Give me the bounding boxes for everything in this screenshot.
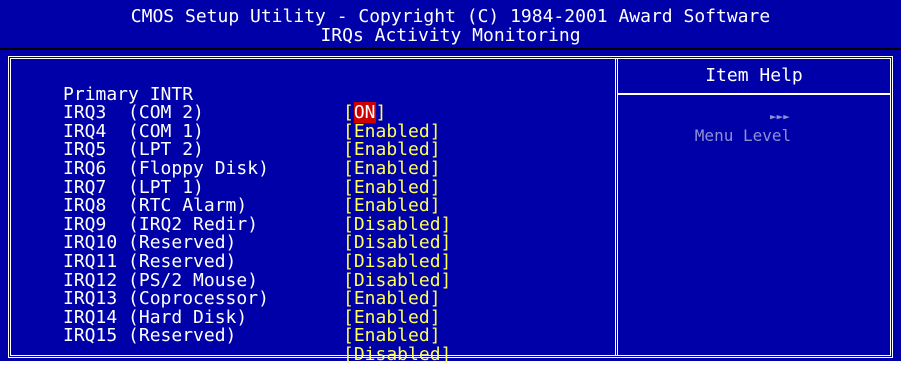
- setting-value[interactable]: [Enabled]: [343, 197, 441, 216]
- setting-row-irq14[interactable]: IRQ14 (Hard Disk) [Enabled]: [63, 290, 441, 345]
- setting-row-irq10[interactable]: IRQ10 (Reserved) [Disabled]: [63, 216, 451, 271]
- bios-screen: CMOS Setup Utility - Copyright (C) 1984-…: [0, 0, 901, 364]
- menu-level: Menu Level ►►►: [637, 107, 791, 183]
- header-bar: CMOS Setup Utility - Copyright (C) 1984-…: [0, 0, 901, 50]
- menu-level-arrows-icon: ►►►: [770, 110, 790, 123]
- setting-value[interactable]: [Disabled]: [343, 345, 451, 365]
- setting-row-irq5[interactable]: IRQ5 (LPT 2) [Enabled]: [63, 123, 441, 178]
- setting-label: IRQ15 (Reserved): [63, 325, 237, 347]
- setting-row-irq4[interactable]: IRQ4 (COM 1) [Enabled]: [63, 104, 441, 159]
- setting-row-irq13[interactable]: IRQ13 (Coprocessor) [Enabled]: [63, 272, 441, 327]
- setting-value[interactable]: [Enabled]: [343, 159, 441, 179]
- setting-row-irq3[interactable]: IRQ3 (COM 2) [Enabled]: [63, 86, 441, 141]
- setting-value[interactable]: [Enabled]: [343, 290, 441, 309]
- menu-level-label: Menu Level: [694, 126, 792, 145]
- panel-divider: [615, 59, 618, 355]
- setting-row-irq15[interactable]: IRQ15 (Reserved) [Disabled]: [63, 309, 451, 364]
- item-help-title: Item Help: [618, 59, 890, 95]
- setting-row-irq12[interactable]: IRQ12 (PS/2 Mouse) [Enabled]: [63, 253, 441, 308]
- setting-value[interactable]: [ON]: [343, 102, 386, 124]
- setting-row-irq7[interactable]: IRQ7 (LPT 1) [Enabled]: [63, 160, 441, 215]
- setting-value[interactable]: [Disabled]: [343, 252, 451, 272]
- setting-row-irq8[interactable]: IRQ8 (RTC Alarm) [Disabled]: [63, 179, 451, 234]
- setting-row-irq6[interactable]: IRQ6 (Floppy Disk) [Enabled]: [63, 141, 441, 196]
- settings-panel: Primary INTR [ON] IRQ3 (COM 2) [Enabled]…: [8, 56, 893, 364]
- settings-list: Primary INTR [ON] IRQ3 (COM 2) [Enabled]…: [63, 67, 451, 364]
- setting-row-irq9[interactable]: IRQ9 (IRQ2 Redir) [Disabled]: [63, 197, 451, 252]
- setting-row-irq11[interactable]: IRQ11 (Reserved) [Disabled]: [63, 234, 451, 289]
- page-title: IRQs Activity Monitoring: [320, 25, 581, 46]
- setting-row-primary-intr[interactable]: Primary INTR [ON]: [63, 67, 386, 124]
- app-title: CMOS Setup Utility - Copyright (C) 1984-…: [130, 6, 771, 27]
